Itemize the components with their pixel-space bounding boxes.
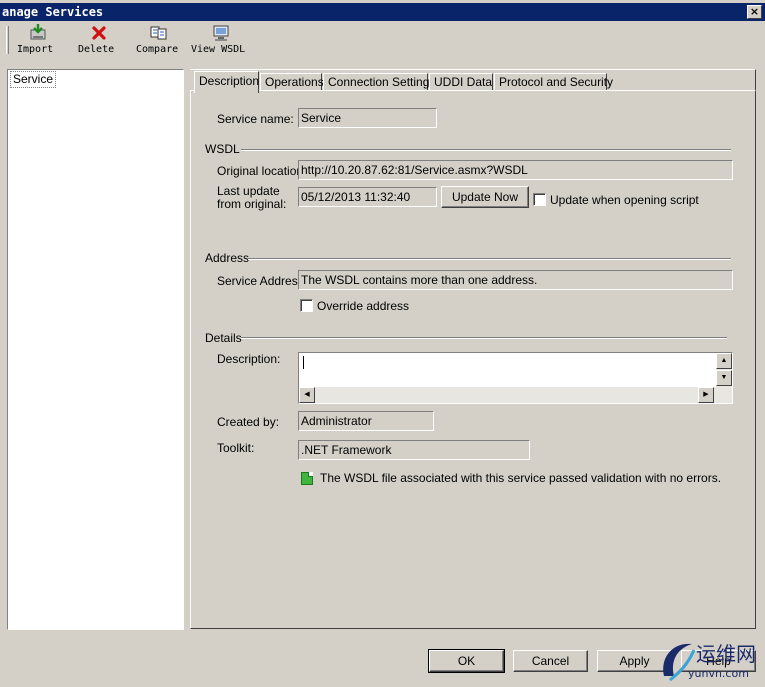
description-textarea[interactable]: ▲ ▼ ◀ ▶	[298, 352, 733, 404]
scroll-right-button[interactable]: ▶	[698, 387, 714, 403]
ok-button[interactable]: OK	[428, 649, 505, 673]
chevron-down-icon: ▼	[720, 374, 728, 381]
delete-button[interactable]: Delete	[78, 24, 120, 60]
wsdl-group-divider	[241, 149, 731, 151]
scroll-up-button[interactable]: ▲	[716, 353, 732, 369]
original-location-label: Original location:	[217, 164, 307, 178]
scroll-left-button[interactable]: ◀	[299, 387, 315, 403]
watermark-text: 运维网	[696, 642, 756, 666]
original-location-field[interactable]: http://10.20.87.62:81/Service.asmx?WSDL	[298, 160, 733, 180]
compare-icon	[150, 26, 167, 40]
details-group-divider	[241, 337, 727, 339]
toolkit-field[interactable]: .NET Framework	[298, 440, 530, 460]
service-address-field[interactable]: The WSDL contains more than one address.	[298, 270, 733, 290]
toolkit-label: Toolkit:	[217, 441, 255, 455]
service-tree[interactable]: Service	[7, 69, 184, 630]
wsdl-group-label: WSDL	[205, 142, 240, 156]
scroll-down-button[interactable]: ▼	[716, 370, 732, 386]
view-wsdl-button[interactable]: View WSDL	[191, 24, 251, 60]
window-title-bar[interactable]: anage Services ×	[0, 3, 765, 21]
address-group-divider	[248, 258, 731, 260]
validation-ok-icon	[301, 472, 313, 485]
created-by-label: Created by:	[217, 415, 280, 429]
service-name-field[interactable]: Service	[298, 108, 437, 128]
chevron-left-icon: ◀	[304, 391, 310, 398]
description-vertical-scrollbar[interactable]: ▲ ▼	[716, 353, 732, 387]
delete-icon	[92, 26, 106, 40]
import-icon	[30, 24, 46, 40]
tree-item-service[interactable]: Service	[10, 71, 57, 88]
override-address-checkbox[interactable]	[300, 299, 313, 312]
description-label: Description:	[217, 352, 281, 366]
watermark-url: yunvn.com	[688, 667, 749, 680]
close-window-button[interactable]: ×	[747, 5, 762, 19]
created-by-field[interactable]: Administrator	[298, 411, 434, 431]
description-horizontal-scrollbar[interactable]: ◀ ▶	[299, 387, 732, 403]
service-address-label: Service Address:	[217, 274, 308, 288]
window-title: anage Services	[2, 5, 104, 19]
compare-button[interactable]: Compare	[136, 24, 182, 60]
chevron-up-icon: ▲	[720, 357, 728, 364]
import-button[interactable]: Import	[17, 24, 59, 60]
address-group-label: Address	[205, 251, 250, 265]
override-address-label[interactable]: Override address	[317, 299, 409, 313]
update-when-opening-label[interactable]: Update when opening script	[550, 193, 699, 207]
last-update-label-line2: from original:	[217, 197, 287, 211]
last-update-label-line1: Last update	[217, 184, 280, 198]
toolbar-grip[interactable]	[6, 26, 9, 54]
validation-message: The WSDL file associated with this servi…	[320, 471, 722, 485]
chevron-right-icon: ▶	[703, 391, 709, 398]
text-caret	[303, 356, 304, 369]
view-wsdl-icon	[213, 25, 229, 41]
update-now-button[interactable]: Update Now	[441, 186, 529, 208]
update-when-opening-checkbox[interactable]	[533, 193, 546, 206]
watermark-logo: 运维网 yunvn.com	[658, 636, 763, 686]
last-update-field[interactable]: 05/12/2013 11:32:40	[298, 187, 437, 207]
close-icon: ×	[749, 5, 760, 18]
service-name-label: Service name:	[217, 112, 294, 126]
toolbar: Import Delete Compare View WSDL	[0, 22, 765, 62]
cancel-button[interactable]: Cancel	[513, 650, 588, 672]
details-group-label: Details	[205, 331, 242, 345]
tab-description[interactable]: Description	[194, 71, 259, 93]
